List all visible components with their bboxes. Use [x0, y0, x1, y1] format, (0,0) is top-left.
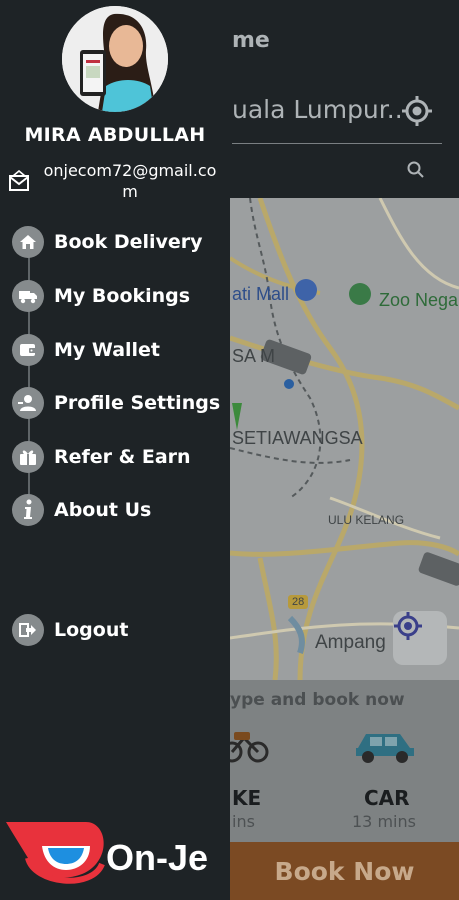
home-icon — [12, 226, 44, 258]
book-now-button[interactable]: Book Now — [230, 842, 459, 900]
map-locate-button[interactable] — [393, 611, 447, 665]
truck-icon — [12, 280, 44, 312]
gift-icon — [12, 441, 44, 473]
current-location-icon[interactable] — [400, 94, 434, 128]
map-label-ampang: Ampang — [315, 632, 386, 653]
menu-label: Profile Settings — [54, 392, 221, 414]
car-icon[interactable] — [352, 722, 418, 766]
menu-label: Book Delivery — [54, 231, 203, 253]
search-icon[interactable] — [406, 160, 426, 180]
menu-item-my-wallet[interactable]: My Wallet — [12, 333, 222, 367]
vehicle-panel-title: ype and book now — [230, 690, 405, 710]
map-label-sa: SA M — [232, 346, 276, 366]
onje-logo: On-Je — [6, 818, 220, 894]
map-label-road-28: 28 — [292, 596, 305, 608]
bike-eta: ins — [232, 812, 255, 831]
avatar[interactable] — [62, 6, 168, 112]
logout-button[interactable]: Logout — [12, 613, 222, 647]
car-label: CAR — [364, 786, 410, 810]
pickup-location[interactable]: uala Lumpur.. — [232, 95, 403, 124]
home-title: me — [232, 28, 270, 53]
user-icon — [12, 387, 44, 419]
menu-item-profile-settings[interactable]: Profile Settings — [12, 386, 222, 420]
search-underline — [232, 143, 442, 144]
logout-label: Logout — [54, 619, 129, 641]
menu-label: Refer & Earn — [54, 446, 191, 468]
wallet-icon — [12, 334, 44, 366]
car-eta: 13 mins — [352, 812, 416, 831]
menu-label: My Bookings — [54, 285, 191, 307]
envelope-icon — [9, 170, 29, 191]
user-photo — [62, 6, 168, 112]
menu-item-about-us[interactable]: About Us — [12, 493, 222, 527]
menu-item-my-bookings[interactable]: My Bookings — [12, 279, 222, 313]
menu-label: My Wallet — [54, 339, 161, 361]
menu-label: About Us — [54, 499, 152, 521]
map-label-ulu-kelang: ULU KELANG — [328, 513, 405, 527]
menu-item-refer-earn[interactable]: Refer & Earn — [12, 440, 222, 474]
info-icon — [12, 494, 44, 526]
bike-label: KE — [232, 786, 262, 810]
logout-icon — [12, 614, 44, 646]
map-label-mall: ati Mall — [232, 284, 290, 304]
crosshair-icon — [394, 612, 422, 640]
user-name: MIRA ABDULLAH — [24, 124, 206, 146]
user-email: onjecom72@gmail.com — [43, 161, 217, 201]
navigation-drawer: MIRA ABDULLAH onjecom72@gmail.com Book D… — [0, 0, 230, 900]
menu-item-book-delivery[interactable]: Book Delivery — [12, 225, 222, 259]
map-label-zoo: Zoo Negar — [379, 290, 459, 310]
svg-text:On-Je: On-Je — [106, 837, 208, 878]
map-label-setiawangsa: SETIAWANGSA — [232, 428, 363, 448]
